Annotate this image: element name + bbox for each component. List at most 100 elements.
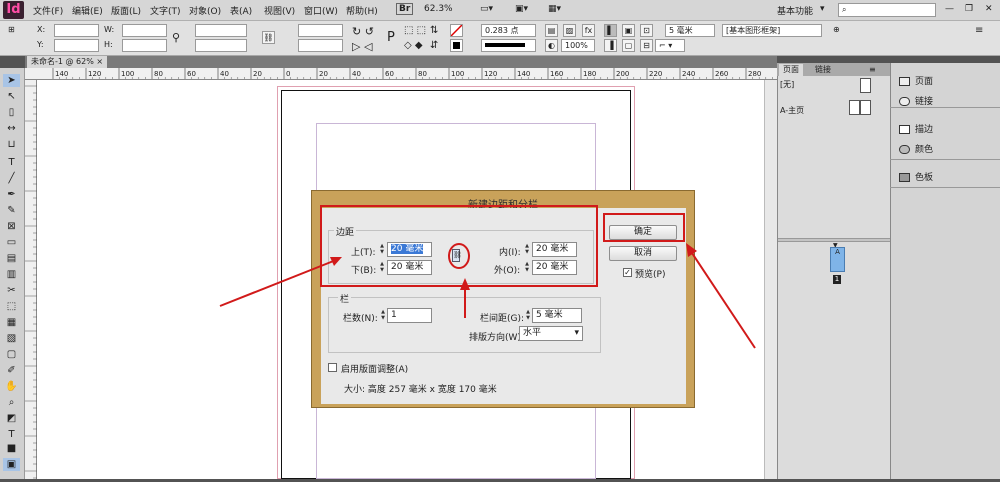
free-transform-tool-icon[interactable]: ⬚: [3, 300, 20, 313]
page-tool-icon[interactable]: ▯: [3, 106, 20, 119]
page-1-thumb[interactable]: A: [830, 247, 845, 272]
menu-object[interactable]: 对象(O): [189, 4, 221, 17]
rectangle-tool-icon[interactable]: ▭: [3, 236, 20, 249]
h-field[interactable]: [122, 39, 167, 52]
column-count-field[interactable]: 1: [387, 308, 432, 323]
master-a-left-thumb[interactable]: [849, 100, 860, 115]
fill-swatch-icon[interactable]: [450, 24, 463, 37]
text-wrap-icon[interactable]: ▤: [545, 24, 558, 37]
fill-stroke-icon[interactable]: ◩: [3, 412, 20, 425]
menu-layout[interactable]: 版面(L): [111, 4, 141, 17]
minimize-icon[interactable]: —: [945, 4, 954, 14]
master-a-right-thumb[interactable]: [860, 100, 871, 115]
link-icon[interactable]: ⛓: [262, 31, 275, 44]
formatting-container-icon[interactable]: T: [3, 428, 20, 441]
direct-selection-tool-icon[interactable]: ↖: [3, 90, 20, 103]
menu-help[interactable]: 帮助(H): [346, 4, 378, 17]
close-icon[interactable]: ✕: [985, 4, 993, 14]
selection-tool-icon[interactable]: ➤: [3, 74, 20, 87]
panel-options-icon[interactable]: ≡: [865, 64, 880, 76]
column-count-stepper[interactable]: ▲ ▼: [379, 309, 387, 322]
direction-select[interactable]: 水平 ▾: [519, 326, 583, 341]
vertical-scrollbar[interactable]: [764, 80, 777, 479]
document-tab[interactable]: 未命名-1 @ 62% ×: [27, 56, 107, 68]
panel-links[interactable]: 链接: [899, 94, 933, 107]
normal-mode-icon[interactable]: ▣: [3, 458, 20, 471]
rotate-icon[interactable]: ↻ ↺: [352, 25, 374, 38]
fit-frame-icon[interactable]: ▢: [622, 39, 635, 52]
drop-shadow-icon[interactable]: ▨: [563, 24, 576, 37]
select-content-icon[interactable]: ◇ ◆: [404, 40, 423, 51]
style-options-icon[interactable]: ⊕: [833, 25, 840, 34]
panel-menu-icon[interactable]: ≡: [975, 25, 983, 36]
preview-checkbox[interactable]: ✓: [623, 268, 632, 277]
opacity-icon[interactable]: ◐: [545, 39, 558, 52]
reference-point-icon[interactable]: ⊞: [8, 25, 15, 34]
gutter-field[interactable]: 5 毫米: [532, 308, 582, 323]
gradient-tool-icon[interactable]: ▦: [3, 316, 20, 329]
shear-field[interactable]: [298, 39, 343, 52]
w-field[interactable]: [122, 24, 167, 37]
horizontal-ruler[interactable]: 140 120 100 80 60 40 20 0 20 40 60 80 100 120 140 160 18…: [25, 68, 777, 80]
menu-view[interactable]: 视图(V): [264, 4, 295, 17]
vertical-ruler[interactable]: [25, 80, 37, 479]
horizontal-grid-icon[interactable]: ▤: [3, 252, 20, 265]
master-none-thumb[interactable]: [860, 78, 871, 93]
panel-color[interactable]: 颜色: [899, 142, 933, 155]
panel-swatches[interactable]: 色板: [899, 170, 933, 183]
frame-style-select[interactable]: [基本图形框架]: [722, 24, 822, 37]
rectangle-frame-tool-icon[interactable]: ⊠: [3, 220, 20, 233]
apply-color-icon[interactable]: ■: [3, 442, 20, 455]
menu-window[interactable]: 窗口(W): [304, 4, 338, 17]
menu-table[interactable]: 表(A): [230, 4, 252, 17]
chevron-down-icon[interactable]: ▾: [820, 4, 825, 14]
zoom-level[interactable]: 62.3%: [424, 4, 453, 14]
gutter-stepper[interactable]: ▲ ▼: [524, 309, 532, 322]
x-field[interactable]: [54, 24, 99, 37]
select-next-icon[interactable]: ⇵: [430, 40, 438, 51]
scale-x-field[interactable]: [195, 24, 247, 37]
select-previous-icon[interactable]: ⇅: [430, 25, 438, 36]
pencil-tool-icon[interactable]: ✎: [3, 204, 20, 217]
center-content-icon[interactable]: ⊡: [640, 24, 653, 37]
workspace-switcher[interactable]: 基本功能: [777, 4, 813, 17]
master-a[interactable]: A-主页: [780, 105, 804, 116]
panel-stroke[interactable]: 描边: [899, 122, 933, 135]
bridge-button[interactable]: Br: [396, 3, 414, 15]
menu-file[interactable]: 文件(F): [33, 4, 63, 17]
line-tool-icon[interactable]: ╱: [3, 172, 20, 185]
arrange-icon[interactable]: ▦▾: [548, 4, 561, 14]
search-input[interactable]: ⌕: [838, 3, 936, 17]
type-on-path-icon[interactable]: P: [387, 30, 395, 45]
vertical-grid-icon[interactable]: ▥: [3, 268, 20, 281]
pen-tool-icon[interactable]: ✒: [3, 188, 20, 201]
note-tool-icon[interactable]: ▢: [3, 348, 20, 361]
restore-icon[interactable]: ❐: [965, 4, 973, 14]
rotate-field[interactable]: [298, 24, 343, 37]
constrain-icon[interactable]: ⚲: [172, 31, 180, 44]
opacity-field[interactable]: 100%: [561, 39, 595, 52]
flip-icon[interactable]: ▷ ◁: [352, 40, 372, 53]
menu-edit[interactable]: 编辑(E): [72, 4, 103, 17]
corner-select[interactable]: ⌐ ▾: [655, 39, 685, 52]
fill-proportion-icon[interactable]: ⊟: [640, 39, 653, 52]
master-none[interactable]: [无]: [780, 79, 794, 90]
align-left-icon[interactable]: ▌: [604, 24, 617, 37]
offset-field[interactable]: 5 毫米: [665, 24, 715, 37]
select-container-icon[interactable]: ⬚ ⬚: [404, 25, 426, 36]
type-tool-icon[interactable]: T: [3, 156, 20, 169]
panel-pages[interactable]: 页面: [899, 74, 933, 87]
tab-pages[interactable]: 页面: [779, 64, 803, 76]
stroke-type-select[interactable]: [481, 39, 536, 52]
content-collector-icon[interactable]: ⊔: [3, 138, 20, 151]
close-tab-icon[interactable]: ×: [96, 57, 103, 66]
effects-icon[interactable]: fx: [582, 24, 595, 37]
align-right-icon[interactable]: ▐: [604, 39, 617, 52]
hand-tool-icon[interactable]: ✋: [3, 380, 20, 393]
scissors-tool-icon[interactable]: ✂: [3, 284, 20, 297]
tab-links[interactable]: 链接: [811, 64, 835, 76]
eyedropper-tool-icon[interactable]: ✐: [3, 364, 20, 377]
y-field[interactable]: [54, 39, 99, 52]
fit-content-icon[interactable]: ▣: [622, 24, 635, 37]
cancel-button[interactable]: 取消: [609, 246, 677, 261]
